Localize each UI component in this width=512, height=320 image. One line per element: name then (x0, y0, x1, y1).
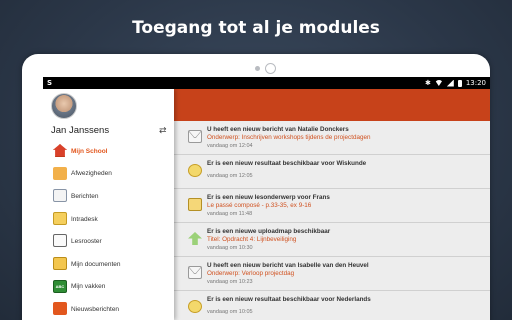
feed-title: U heeft een nieuw bericht van Isabelle v… (207, 262, 369, 269)
result-icon (188, 300, 202, 313)
switch-account-icon[interactable]: ⇄ (159, 125, 167, 136)
menu-item-afwezigheden[interactable]: Afwezigheden (43, 163, 174, 186)
device-screen: S ✱ 13:20 U heeft een nieuw bericht van … (43, 77, 490, 320)
menu-item-label: Afwezigheden (71, 170, 112, 178)
menu-item-intradesk[interactable]: Intradesk (43, 208, 174, 231)
camera-lens-icon (265, 63, 276, 74)
battery-icon (457, 79, 462, 87)
drawer-menu: Mijn School Afwezigheden Berichten Intra… (43, 140, 174, 320)
bluetooth-icon: ✱ (424, 79, 431, 87)
promo-headline: Toegang tot al je modules (132, 18, 380, 38)
navigation-drawer: Jan Janssens ⇄ Mijn School Afwezigheden … (43, 89, 174, 320)
menu-item-lesrooster[interactable]: Lesrooster (43, 230, 174, 253)
feed-title: Er is een nieuw lesonderwerp voor Frans (207, 194, 330, 201)
feed-item[interactable]: U heeft een nieuw bericht van Isabelle v… (174, 257, 490, 291)
app-content: U heeft een nieuw bericht van Natalie Do… (43, 89, 490, 320)
menu-item-label: Mijn School (71, 147, 108, 155)
absence-icon (53, 166, 67, 180)
feed-date: vandaag om 10:05 (207, 309, 253, 315)
feed-subtitle: Titel: Opdracht 4: Lijnbeveiliging (207, 236, 297, 243)
feed-item[interactable]: Er is een nieuw resultaat beschikbaar vo… (174, 291, 490, 320)
message-icon (188, 130, 202, 143)
feed-item[interactable]: Er is een nieuwe uploadmap beschikbaar T… (174, 223, 490, 257)
feed-title: U heeft een nieuw bericht van Natalie Do… (207, 126, 349, 133)
news-icon (53, 302, 67, 316)
menu-item-label: Intradesk (71, 215, 98, 223)
feed-item[interactable]: Er is een nieuw lesonderwerp voor Frans … (174, 189, 490, 223)
avatar[interactable] (51, 93, 77, 119)
signal-icon (446, 79, 454, 87)
camera-dot-icon (255, 66, 260, 71)
menu-item-mijn-vakken[interactable]: ABC Mijn vakken (43, 276, 174, 299)
upload-icon (188, 232, 202, 245)
menu-item-label: Mijn documenten (71, 260, 121, 268)
feed-item[interactable]: U heeft een nieuw bericht van Natalie Do… (174, 121, 490, 155)
feed-date: vandaag om 12:05 (207, 173, 253, 179)
messages-icon (53, 189, 67, 203)
message-icon (188, 266, 202, 279)
feed-date: vandaag om 11:48 (207, 211, 253, 217)
feed-title: Er is een nieuw resultaat beschikbaar vo… (207, 160, 367, 167)
feed-title: Er is een nieuw resultaat beschikbaar vo… (207, 296, 371, 303)
lesson-icon (188, 198, 202, 211)
wifi-icon (434, 80, 443, 86)
menu-item-mijn-school[interactable]: Mijn School (43, 140, 174, 163)
menu-item-label: Lesrooster (71, 238, 102, 246)
feed-subtitle: Le passé composé - p.33-35, ex 9-16 (207, 202, 312, 209)
menu-item-label: Nieuwsberichten (71, 305, 120, 313)
folder-icon (53, 256, 67, 270)
intradesk-icon (53, 211, 67, 225)
feed-title: Er is een nieuwe uploadmap beschikbaar (207, 228, 331, 235)
feed-date: vandaag om 12:04 (207, 143, 253, 149)
menu-item-nieuwsberichten[interactable]: Nieuwsberichten (43, 298, 174, 320)
status-time: 13:20 (465, 79, 486, 87)
clock-icon (53, 234, 67, 248)
menu-item-mijn-documenten[interactable]: Mijn documenten (43, 253, 174, 276)
user-name: Jan Janssens (51, 125, 110, 136)
home-icon (53, 144, 67, 157)
feed-subtitle: Onderwerp: Inschrijven workshops tijdens… (207, 134, 371, 141)
feed-item[interactable]: Er is een nieuw resultaat beschikbaar vo… (174, 155, 490, 189)
app-notification-icon: S (47, 79, 53, 87)
feed-subtitle: Onderwerp: Verloop projectdag (207, 270, 295, 277)
chalkboard-icon: ABC (53, 279, 67, 293)
result-icon (188, 164, 202, 177)
app-toolbar (174, 89, 490, 121)
feed-date: vandaag om 10:30 (207, 245, 253, 251)
menu-item-berichten[interactable]: Berichten (43, 185, 174, 208)
feed-date: vandaag om 10:23 (207, 279, 253, 285)
notification-list[interactable]: U heeft een nieuw bericht van Natalie Do… (174, 121, 490, 320)
status-bar: S ✱ 13:20 (43, 77, 490, 89)
menu-item-label: Berichten (71, 192, 99, 200)
menu-item-label: Mijn vakken (71, 283, 106, 291)
